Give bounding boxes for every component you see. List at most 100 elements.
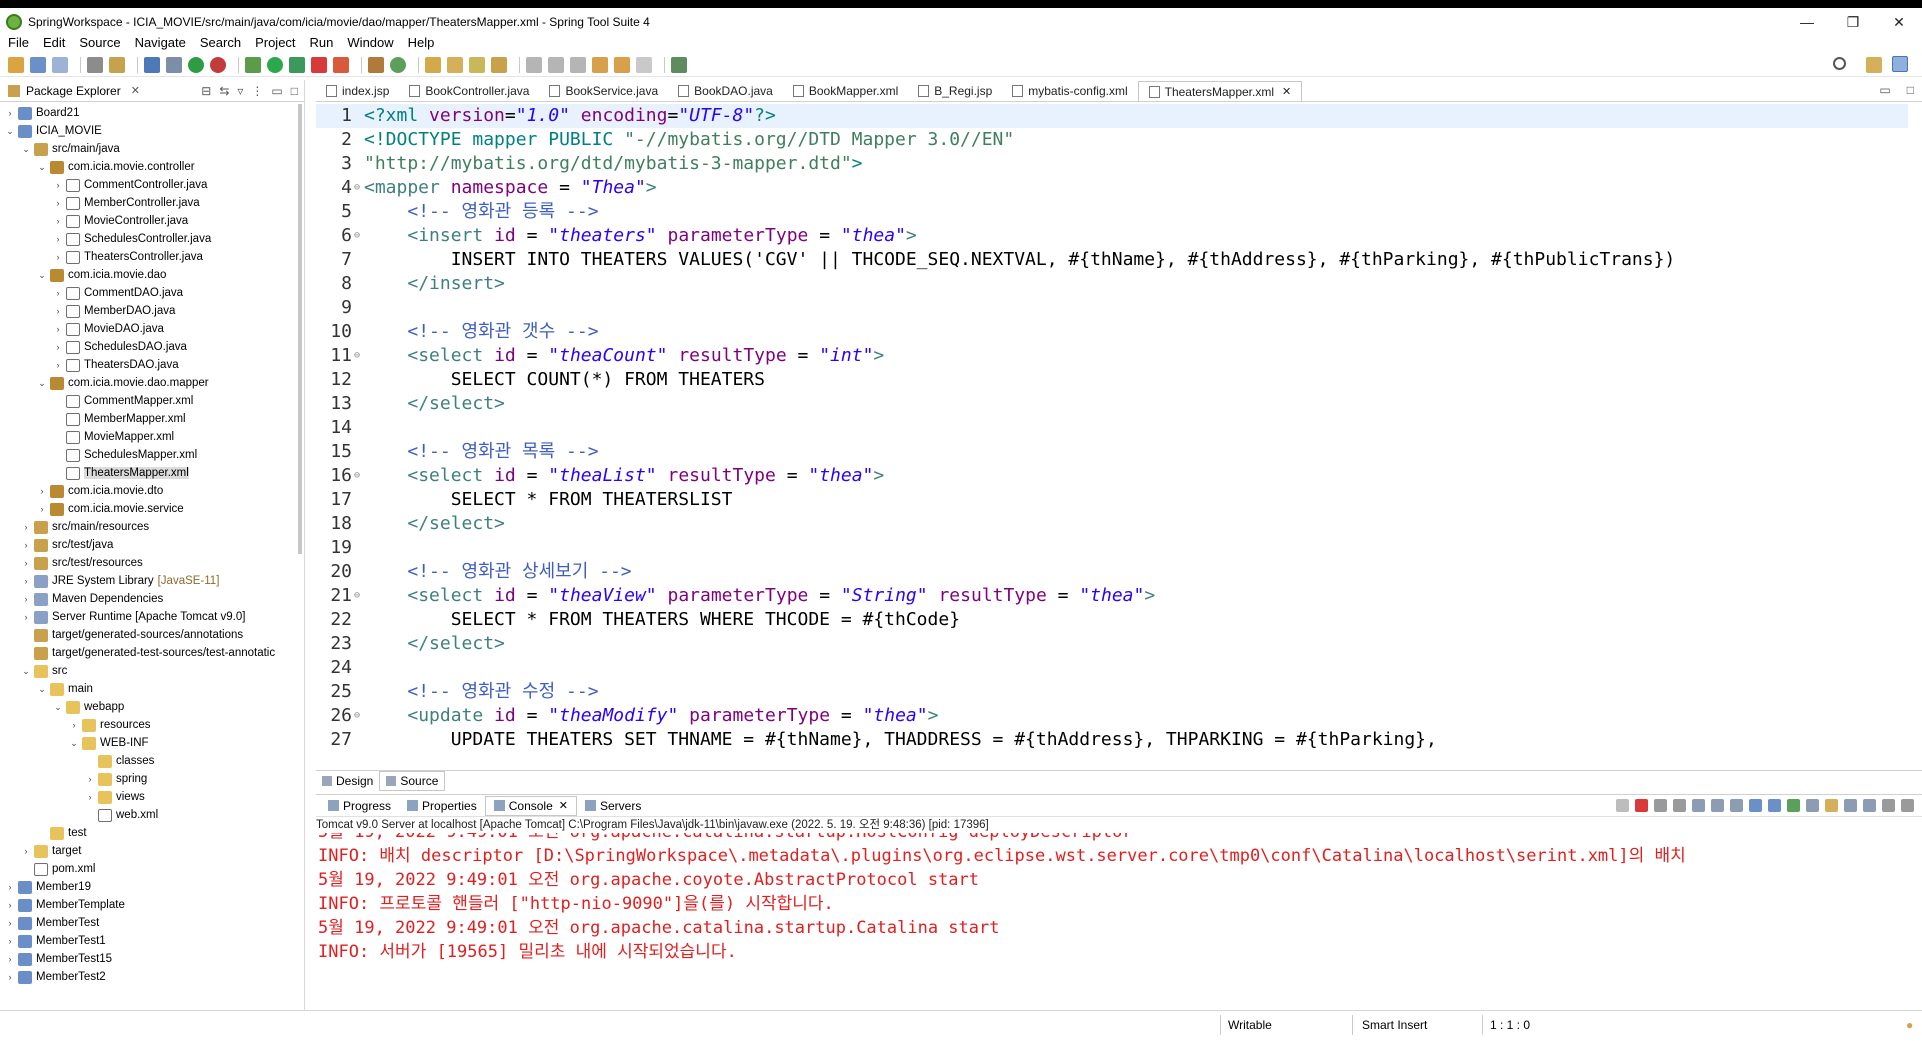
close-icon[interactable]: ✕ — [131, 84, 140, 97]
collapse-all-icon[interactable]: ⊟ — [201, 84, 211, 98]
maximize-view-icon[interactable] — [1901, 799, 1914, 812]
fold-toggle-icon[interactable]: ⊖ — [354, 344, 360, 368]
tab-b-regi-jsp[interactable]: B_Regi.jsp — [908, 81, 1002, 101]
fold-toggle-icon[interactable]: ⊖ — [354, 704, 360, 728]
tree-item[interactable]: › MemberTest — [0, 914, 296, 932]
code-line[interactable]: 5 <!-- 영화관 등록 --> — [316, 200, 1908, 224]
open-type-icon[interactable] — [109, 56, 125, 73]
code-line[interactable]: 10 <!-- 영화관 갯수 --> — [316, 320, 1908, 344]
collapsed-chevron-icon[interactable]: › — [4, 936, 16, 946]
spring-icon[interactable] — [210, 56, 226, 73]
tree-item[interactable]: › TheatersDAO.java — [0, 356, 296, 374]
link-with-editor-icon[interactable]: ⇆ — [219, 84, 229, 98]
collapsed-chevron-icon[interactable]: › — [20, 846, 32, 856]
tree-item[interactable]: ⌄ com.icia.movie.controller — [0, 158, 296, 176]
scroll-lock-icon[interactable] — [1711, 799, 1724, 812]
code-line[interactable]: 25 <!-- 영화관 수정 --> — [316, 680, 1908, 704]
next-annotation-icon[interactable] — [526, 56, 542, 73]
tree-item[interactable]: TheatersMapper.xml — [0, 464, 296, 482]
view-menu-icon[interactable] — [1863, 799, 1876, 812]
pen-icon[interactable] — [469, 56, 485, 73]
tree-item[interactable]: › TheatersController.java — [0, 248, 296, 266]
collapsed-chevron-icon[interactable]: › — [4, 882, 16, 892]
menu-project[interactable]: Project — [255, 35, 295, 50]
collapsed-chevron-icon[interactable]: › — [52, 234, 64, 244]
menu-window[interactable]: Window — [347, 35, 393, 50]
menu-help[interactable]: Help — [408, 35, 435, 50]
annotation-icon[interactable] — [491, 56, 507, 73]
tree-item[interactable]: › com.icia.movie.dto — [0, 482, 296, 500]
debug-icon[interactable] — [245, 56, 261, 73]
remove-launch-icon[interactable] — [1654, 799, 1667, 812]
console-output[interactable]: 5월 19, 2022 9:49:01 오전 org.apache.catali… — [316, 833, 1906, 1003]
tree-item[interactable]: › SchedulesController.java — [0, 230, 296, 248]
tree-item[interactable]: › com.icia.movie.service — [0, 500, 296, 518]
tab-source[interactable]: Source — [379, 770, 446, 791]
code-line[interactable]: 4 ⊖ <mapper namespace = "Thea"> — [316, 176, 1908, 200]
save-all-icon[interactable] — [52, 56, 68, 73]
terminal-icon[interactable] — [144, 56, 160, 73]
show-on-stdout-icon[interactable] — [1749, 799, 1762, 812]
collapsed-chevron-icon[interactable]: › — [20, 612, 32, 622]
collapsed-chevron-icon[interactable]: › — [4, 108, 16, 118]
code-line[interactable]: 16 ⊖ <select id = "theaList" resultType =… — [316, 464, 1908, 488]
external-tools-icon[interactable] — [333, 56, 349, 73]
package-explorer-tab[interactable]: Package Explorer ✕ ⊟ ⇆ ▿ ⋮ ▭ □ — [0, 80, 304, 102]
open-folder-icon[interactable] — [425, 56, 441, 73]
last-edit-icon[interactable] — [570, 56, 586, 73]
code-line[interactable]: 14 — [316, 416, 1908, 440]
code-line[interactable]: 19 — [316, 536, 1908, 560]
tree-item[interactable]: MemberMapper.xml — [0, 410, 296, 428]
collapsed-chevron-icon[interactable]: › — [20, 558, 32, 568]
tree-item[interactable]: web.xml — [0, 806, 296, 824]
collapsed-chevron-icon[interactable]: › — [84, 792, 96, 802]
tree-item[interactable]: ⌄ webapp — [0, 698, 296, 716]
clear-console-icon[interactable] — [1692, 799, 1705, 812]
new-class-icon[interactable] — [390, 56, 406, 73]
code-line[interactable]: 22 SELECT * FROM THEATERS WHERE THCODE =… — [316, 608, 1908, 632]
remove-all-terminated-icon[interactable] — [1673, 799, 1686, 812]
expanded-chevron-icon[interactable]: ⌄ — [36, 684, 48, 695]
collapsed-chevron-icon[interactable]: › — [52, 252, 64, 262]
tree-item[interactable]: › src/main/resources — [0, 518, 296, 536]
collapsed-chevron-icon[interactable]: › — [52, 324, 64, 334]
print-icon[interactable] — [87, 56, 103, 73]
tree-item[interactable]: › src/test/java — [0, 536, 296, 554]
forward-icon[interactable] — [636, 56, 652, 73]
tab-index-jsp[interactable]: index.jsp — [316, 81, 399, 101]
lightbulb-icon[interactable]: ● — [1906, 1018, 1913, 1032]
tree-item[interactable]: › CommentDAO.java — [0, 284, 296, 302]
collapsed-chevron-icon[interactable]: › — [52, 360, 64, 370]
collapsed-chevron-icon[interactable]: › — [68, 720, 80, 730]
collapsed-chevron-icon[interactable]: › — [4, 918, 16, 928]
collapsed-chevron-icon[interactable]: › — [4, 954, 16, 964]
expanded-chevron-icon[interactable]: ⌄ — [36, 270, 48, 281]
close-icon[interactable]: ✕ — [559, 799, 568, 812]
tree-item[interactable]: › spring — [0, 770, 296, 788]
tab-design[interactable]: Design — [316, 771, 379, 791]
tab-theaters-mapper[interactable]: TheatersMapper.xml ✕ — [1137, 81, 1303, 101]
collapsed-chevron-icon[interactable]: › — [52, 306, 64, 316]
code-line[interactable]: 6 ⊖ <insert id = "theaters" parameterType… — [316, 224, 1908, 248]
tree-item[interactable]: ⌄ com.icia.movie.dao.mapper — [0, 374, 296, 392]
tree-item[interactable]: ⌄ ICIA_MOVIE — [0, 122, 296, 140]
tree-item[interactable]: › Server Runtime [Apache Tomcat v9.0] — [0, 608, 296, 626]
previous-annotation-icon[interactable] — [548, 56, 564, 73]
code-line[interactable]: 15 <!-- 영화관 목록 --> — [316, 440, 1908, 464]
tab-progress[interactable]: Progress — [320, 796, 399, 816]
run-icon[interactable] — [267, 56, 283, 73]
forward-arrow-icon[interactable] — [614, 56, 630, 73]
code-line[interactable]: 9 — [316, 296, 1908, 320]
vertical-scrollbar[interactable] — [298, 104, 302, 554]
code-line[interactable]: 7 INSERT INTO THEATERS VALUES('CGV' || T… — [316, 248, 1908, 272]
tree-item[interactable]: › MovieController.java — [0, 212, 296, 230]
tree-item[interactable]: ⌄ com.icia.movie.dao — [0, 266, 296, 284]
fold-toggle-icon[interactable]: ⊖ — [354, 464, 360, 488]
skip-breakpoints-icon[interactable] — [166, 56, 182, 73]
collapsed-chevron-icon[interactable]: › — [4, 972, 16, 982]
tree-item[interactable]: › MemberTest15 — [0, 950, 296, 968]
save-icon[interactable] — [30, 56, 46, 73]
open-task-icon[interactable] — [447, 56, 463, 73]
expanded-chevron-icon[interactable]: ⌄ — [36, 162, 48, 173]
maximize-editor-icon[interactable]: □ — [1907, 83, 1914, 97]
